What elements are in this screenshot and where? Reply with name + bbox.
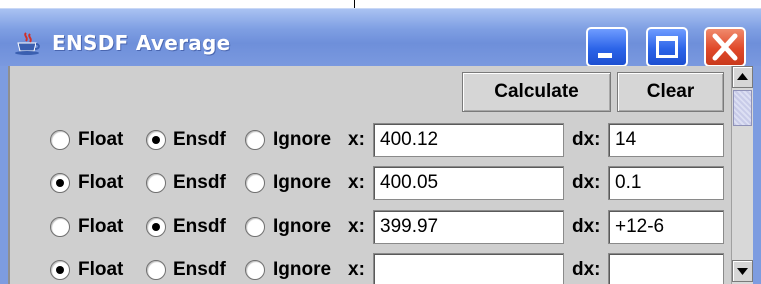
measurement-row: Float Ensdf Ignore x: 400.05 dx: 0.1 (10, 163, 730, 203)
x-label: x: (348, 216, 365, 237)
ensdf-average-window: ENSDF Average Calculate Clear Float Ensd… (0, 0, 761, 284)
x-label: x: (348, 259, 365, 280)
x-label: x: (348, 172, 365, 193)
scroll-down-button[interactable] (732, 260, 753, 282)
float-label: Float (78, 129, 124, 150)
ignore-radio[interactable] (245, 130, 265, 150)
ensdf-radio[interactable] (146, 173, 166, 193)
maximize-icon (656, 36, 678, 58)
ensdf-label: Ensdf (173, 216, 226, 237)
float-label: Float (78, 259, 124, 280)
x-label: x: (348, 129, 365, 150)
close-icon (712, 33, 738, 61)
ensdf-radio[interactable] (146, 217, 166, 237)
ignore-label: Ignore (273, 129, 332, 150)
float-radio[interactable] (50, 217, 70, 237)
x-field[interactable]: 400.12 (373, 123, 564, 157)
ignore-label: Ignore (273, 172, 332, 193)
measurement-row: Float Ensdf Ignore x: 399.97 dx: +12-6 (10, 207, 730, 247)
scrollbar-thumb[interactable] (733, 90, 752, 126)
close-button[interactable] (704, 27, 746, 67)
arrow-down-icon (737, 268, 748, 275)
x-field[interactable] (373, 253, 564, 284)
float-radio[interactable] (50, 260, 70, 280)
ignore-radio[interactable] (245, 260, 265, 280)
ignore-label: Ignore (273, 259, 332, 280)
measurement-row: Float Ensdf Ignore x: 400.12 dx: 14 (10, 120, 730, 160)
ignore-radio[interactable] (245, 173, 265, 193)
title-bar[interactable]: ENSDF Average (0, 8, 761, 67)
scroll-up-button[interactable] (732, 66, 753, 88)
dx-field[interactable]: +12-6 (608, 210, 724, 244)
dx-field[interactable]: 14 (608, 123, 724, 157)
ensdf-radio[interactable] (146, 130, 166, 150)
ensdf-label: Ensdf (173, 259, 226, 280)
dx-label: dx: (572, 216, 601, 237)
ignore-label: Ignore (273, 216, 332, 237)
window-frame-right (753, 66, 761, 284)
measurement-row: Float Ensdf Ignore x: dx: (10, 250, 730, 284)
x-field[interactable]: 399.97 (373, 210, 564, 244)
dx-field[interactable]: 0.1 (608, 166, 724, 200)
content-panel: Calculate Clear Float Ensdf Ignore x: 40… (8, 66, 753, 284)
x-field[interactable]: 400.05 (373, 166, 564, 200)
ignore-radio[interactable] (245, 217, 265, 237)
float-label: Float (78, 216, 124, 237)
arrow-up-icon (737, 73, 748, 80)
window-title: ENSDF Average (52, 31, 231, 55)
vertical-scrollbar[interactable] (731, 66, 753, 284)
calculate-button[interactable]: Calculate (462, 72, 611, 112)
top-strip (0, 0, 761, 8)
ensdf-label: Ensdf (173, 129, 226, 150)
float-radio[interactable] (50, 173, 70, 193)
ensdf-radio[interactable] (146, 260, 166, 280)
dx-label: dx: (572, 172, 601, 193)
minimize-icon (598, 53, 612, 58)
float-radio[interactable] (50, 130, 70, 150)
clear-button[interactable]: Clear (617, 72, 724, 112)
java-cup-icon (15, 32, 40, 55)
dx-label: dx: (572, 259, 601, 280)
float-label: Float (78, 172, 124, 193)
dx-field[interactable] (608, 253, 724, 284)
maximize-button[interactable] (646, 27, 688, 67)
dx-label: dx: (572, 129, 601, 150)
window-frame-left (0, 66, 8, 284)
minimize-button[interactable] (586, 27, 628, 67)
ensdf-label: Ensdf (173, 172, 226, 193)
